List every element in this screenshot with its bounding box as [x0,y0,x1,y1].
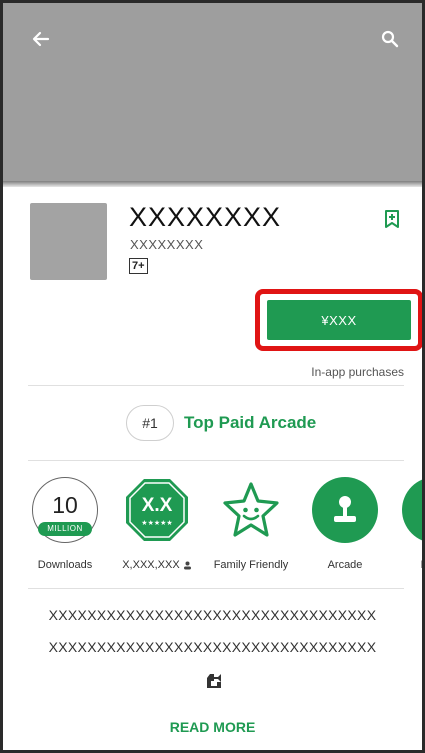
section-divider [28,588,404,589]
wishlist-button[interactable] [376,203,408,235]
arcade-badge[interactable]: Arcade [305,477,385,571]
family-friendly-circle [218,477,284,543]
wrench-icon [207,674,221,688]
rating-value: X.X [141,495,173,516]
family-friendly-badge[interactable]: Family Friendly [211,477,291,571]
arcade-circle [312,477,378,543]
editors-choice-badge[interactable]: Editor [395,477,425,571]
buy-price-button[interactable]: ¥XXX [267,300,411,340]
family-friendly-label: Family Friendly [213,559,289,571]
content-rating-badge: 7+ [129,258,148,274]
app-title: XXXXXXXX [129,202,282,232]
downloads-badge[interactable]: 10 MILLION Downloads [25,477,105,571]
rating-count: X,XXX,XXX [122,559,180,571]
joystick-icon [334,496,356,522]
editors-choice-circle [402,477,425,543]
rating-badge-circle: ★★★★★ X.X [124,477,190,543]
downloads-number: 10 [52,491,78,518]
editors-choice-label: Editor [395,559,422,571]
rank-chip: #1 [126,405,174,441]
arrow-left-icon [32,31,50,47]
star-face-icon [223,482,279,537]
app-details-screen: XXXXXXXX XXXXXXXX 7+ ¥XXX In-app purchas… [0,0,425,753]
search-icon [381,30,399,48]
arcade-label: Arcade [327,559,363,571]
person-icon [183,561,191,570]
search-button[interactable] [374,23,406,55]
back-button[interactable] [25,23,57,55]
developer-name[interactable]: XXXXXXXX [130,237,203,252]
header-banner [3,3,422,181]
app-icon [30,203,107,280]
description-line: XXXXXXXXXXXXXXXXXXXXXXXXXXXXXXXXXX [48,639,377,655]
rank-category-link[interactable]: Top Paid Arcade [184,413,316,433]
read-more-link[interactable]: READ MORE [3,719,422,735]
svg-text:★★★★★: ★★★★★ [141,519,172,527]
downloads-circle: 10 MILLION [32,477,98,543]
downloads-label: Downloads [37,559,93,571]
rating-count-label: X,XXX,XXX [117,559,197,571]
section-divider [28,460,404,461]
bookmark-plus-icon [385,210,399,228]
description-line: XXXXXXXXXXXXXXXXXXXXXXXXXXXXXXXXXX [48,607,377,623]
in-app-purchases-note: In-app purchases [311,365,404,379]
section-divider [28,385,404,386]
header-divider [3,181,422,187]
editors-choice-icon [420,495,425,525]
rating-badge[interactable]: ★★★★★ X.X X,XXX,XXX [117,477,197,571]
downloads-unit-pill: MILLION [38,522,92,536]
